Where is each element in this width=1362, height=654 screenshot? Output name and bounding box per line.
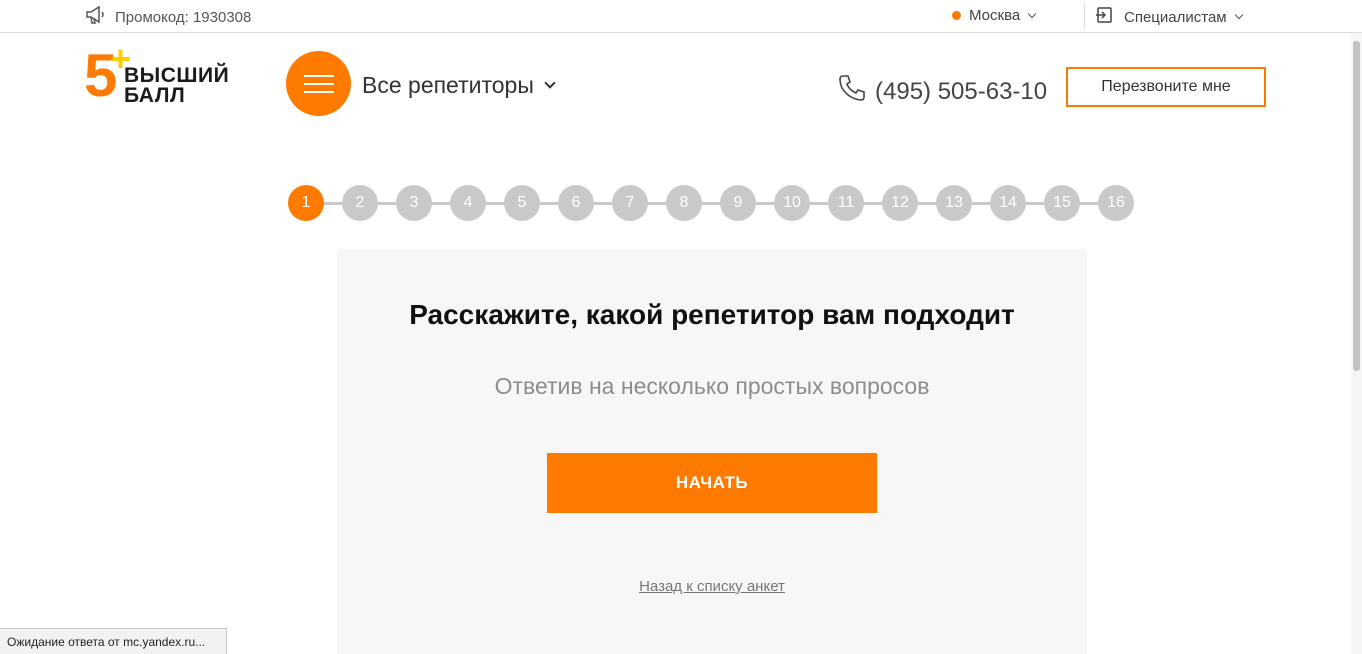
logo[interactable]: 5 + ВЫСШИЙ БАЛЛ [84, 38, 244, 112]
top-bar: Промокод: 1930308 Москва Специалистам [0, 0, 1362, 33]
phone-number: (495) 505-63-10 [875, 77, 1048, 105]
promo-code: Промокод: 1930308 [85, 5, 251, 29]
step-4[interactable]: 4 [450, 185, 486, 221]
chevron-down-icon [1234, 10, 1243, 20]
step-5[interactable]: 5 [504, 185, 540, 221]
step-15[interactable]: 15 [1044, 185, 1080, 221]
vertical-scrollbar[interactable] [1351, 33, 1362, 654]
scrollbar-thumb[interactable] [1353, 41, 1360, 371]
all-tutors-label: Все репетиторы [362, 72, 534, 98]
all-tutors-dropdown[interactable]: Все репетиторы [362, 72, 556, 99]
city-label: Москва [969, 7, 1021, 24]
step-13[interactable]: 13 [936, 185, 972, 221]
step-16[interactable]: 16 [1098, 185, 1134, 221]
hamburger-menu-button[interactable] [286, 51, 351, 116]
step-3[interactable]: 3 [396, 185, 432, 221]
step-12[interactable]: 12 [882, 185, 918, 221]
step-11[interactable]: 11 [828, 185, 864, 221]
step-9[interactable]: 9 [720, 185, 756, 221]
start-button[interactable]: НАЧАТЬ [547, 453, 877, 513]
sign-in-icon [1095, 6, 1124, 28]
callback-button[interactable]: Перезвоните мне [1066, 67, 1266, 107]
step-8[interactable]: 8 [666, 185, 702, 221]
logo-line-2: БАЛЛ [124, 84, 186, 107]
location-dot-icon [952, 11, 961, 20]
step-6[interactable]: 6 [558, 185, 594, 221]
chevron-down-icon [1027, 9, 1037, 18]
card-subtitle: Ответив на несколько простых вопросов [494, 373, 930, 399]
hamburger-line [304, 83, 334, 85]
back-to-list-link[interactable]: Назад к списку анкет [337, 578, 1087, 595]
chevron-down-icon [544, 77, 556, 89]
specialists-label: Специалистам [1124, 8, 1227, 26]
promo-text: Промокод: 1930308 [115, 8, 252, 26]
hamburger-line [304, 91, 334, 93]
city-selector[interactable]: Москва [952, 7, 1037, 24]
browser-status-bar: Ожидание ответа от mc.yandex.ru... [0, 628, 227, 654]
card-title: Расскажите, какой репетитор вам подходит [409, 299, 1015, 330]
phone-link[interactable]: (495) 505-63-10 [837, 73, 1047, 110]
step-14[interactable]: 14 [990, 185, 1026, 221]
hamburger-line [304, 75, 334, 77]
divider [1084, 3, 1085, 29]
step-2[interactable]: 2 [342, 185, 378, 221]
step-10[interactable]: 10 [774, 185, 810, 221]
phone-icon [837, 73, 875, 110]
specialists-menu[interactable]: Специалистам [1095, 6, 1243, 28]
step-7[interactable]: 7 [612, 185, 648, 221]
logo-line-1: ВЫСШИЙ [124, 64, 230, 87]
logo-wordmark: ВЫСШИЙ БАЛЛ [124, 64, 230, 107]
megaphone-icon [85, 5, 107, 29]
step-1[interactable]: 1 [288, 185, 324, 221]
quiz-card: Расскажите, какой репетитор вам подходит… [337, 249, 1087, 654]
